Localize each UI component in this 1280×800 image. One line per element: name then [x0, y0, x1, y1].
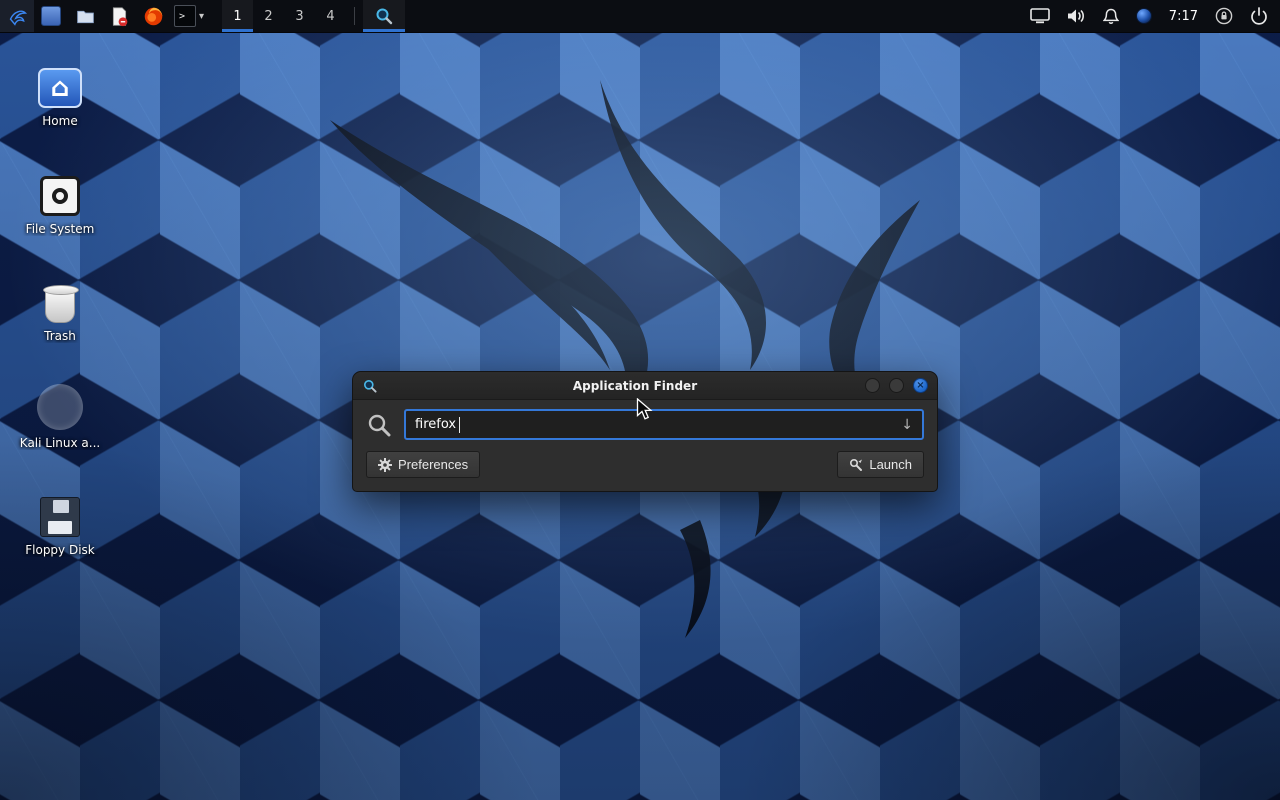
desktop-icon-file-system[interactable]: File System — [8, 164, 112, 236]
workspace-3[interactable]: 3 — [284, 0, 315, 32]
titlebar[interactable]: Application Finder × — [353, 372, 937, 400]
folder-icon — [75, 6, 96, 27]
volume-icon[interactable] — [1067, 8, 1086, 24]
home-icon: ⌂ — [38, 68, 82, 108]
dropdown-arrow-icon[interactable]: ↓ — [901, 417, 913, 433]
application-finder-window: Application Finder × firefox ↓ — [352, 371, 938, 492]
floppy-disk-icon — [40, 497, 80, 537]
panel-launchers: > ▾ 1 2 3 4 — [0, 0, 405, 32]
system-tray: 7:17 — [1030, 0, 1280, 32]
window-manager-launcher[interactable] — [34, 0, 68, 32]
file-manager-launcher[interactable] — [68, 0, 102, 32]
firefox-icon — [143, 6, 164, 27]
screen-lock-icon[interactable] — [1215, 7, 1233, 25]
top-panel: > ▾ 1 2 3 4 — [0, 0, 1280, 33]
kali-docs-icon — [37, 384, 83, 430]
application-finder-icon — [374, 6, 394, 26]
dialog-body: firefox ↓ — [353, 400, 937, 490]
status-orb-icon[interactable] — [1136, 8, 1152, 24]
clock[interactable]: 7:17 — [1169, 9, 1198, 24]
desktop-icon-floppy-disk[interactable]: Floppy Disk — [8, 485, 112, 557]
workspace-1[interactable]: 1 — [222, 0, 253, 32]
desktop-icon-trash[interactable]: Trash — [8, 271, 112, 343]
text-editor-launcher[interactable] — [102, 0, 136, 32]
desktop-icon-home[interactable]: ⌂ Home — [8, 56, 112, 128]
taskbar-application-finder[interactable] — [363, 0, 405, 32]
desktop-icon-label: Kali Linux a... — [8, 436, 112, 450]
desktop-icon-kali-linux[interactable]: Kali Linux a... — [8, 378, 112, 450]
maximize-button[interactable] — [889, 378, 904, 393]
workspace-4[interactable]: 4 — [315, 0, 346, 32]
minimize-button[interactable] — [865, 378, 880, 393]
file-system-icon — [40, 176, 80, 216]
kali-menu-icon — [7, 6, 28, 27]
desktop-icon-label: Home — [8, 114, 112, 128]
terminal-icon: > — [174, 5, 196, 27]
desktop-icon-label: Floppy Disk — [8, 543, 112, 557]
launch-label: Launch — [869, 457, 912, 472]
launch-button[interactable]: Launch — [837, 451, 924, 478]
preferences-button[interactable]: Preferences — [366, 451, 480, 478]
notification-bell-icon[interactable] — [1103, 8, 1119, 25]
workspace-2[interactable]: 2 — [253, 0, 284, 32]
display-icon[interactable] — [1030, 8, 1050, 24]
desktop-icon-label: Trash — [8, 329, 112, 343]
window-icon — [41, 6, 61, 26]
text-caret — [459, 417, 460, 433]
close-button[interactable]: × — [913, 378, 928, 393]
launch-icon — [849, 458, 863, 472]
window-title: Application Finder — [413, 379, 857, 393]
preferences-label: Preferences — [398, 457, 468, 472]
gear-icon — [378, 458, 392, 472]
logout-power-icon[interactable] — [1250, 7, 1268, 25]
chevron-down-icon: ▾ — [199, 11, 204, 22]
workspace-switcher: 1 2 3 4 — [222, 0, 346, 32]
search-icon — [366, 412, 392, 438]
search-input[interactable]: firefox ↓ — [404, 409, 924, 440]
terminal-launcher[interactable]: > ▾ — [170, 0, 208, 32]
firefox-launcher[interactable] — [136, 0, 170, 32]
desktop-icon-label: File System — [8, 222, 112, 236]
trash-icon — [45, 289, 75, 323]
kali-dragon-logo — [270, 80, 970, 640]
document-icon — [109, 6, 130, 27]
desktop: > ▾ 1 2 3 4 — [0, 0, 1280, 800]
window-title-icon — [362, 378, 378, 394]
panel-separator — [354, 7, 355, 25]
search-input-value: firefox — [415, 417, 456, 432]
applications-menu-button[interactable] — [0, 0, 34, 32]
